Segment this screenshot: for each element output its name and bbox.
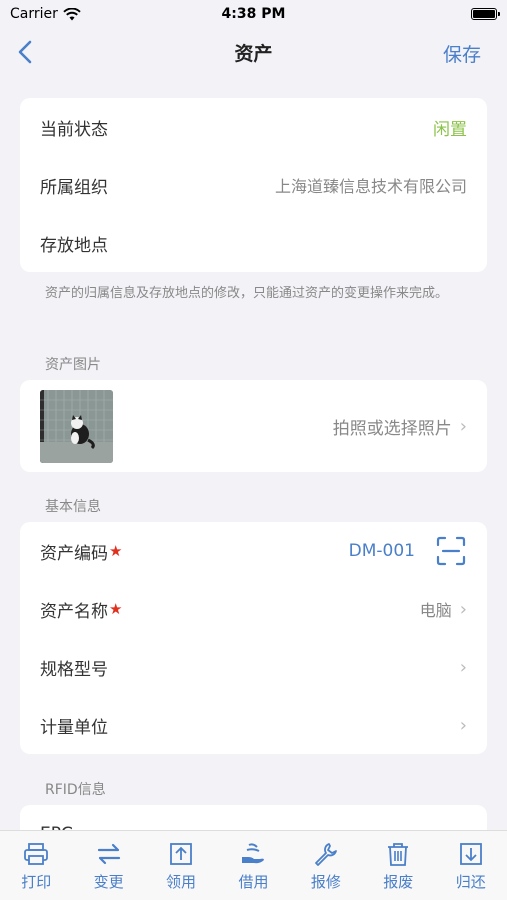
asset-name-value-group: 电脑 › [420,597,467,621]
asset-code-value[interactable]: DM-001 [349,541,415,561]
scrap-tab-label: 报废 [383,873,414,891]
basic-section-title: 基本信息 [45,499,101,515]
action-tab-bar: 打印 变更 领用 借用 报修 报废 归还 [0,830,507,900]
spec-model-row[interactable]: 规格型号 › [20,638,487,696]
repair-tab[interactable]: 报修 [296,841,356,892]
rfid-section-title: RFID信息 [45,782,106,798]
status-bar: Carrier 4:38 PM [0,0,507,28]
organization-value: 上海道臻信息技术有限公司 [274,177,467,196]
photo-action[interactable]: 拍照或选择照片 › [333,414,467,439]
change-tab[interactable]: 变更 [79,841,139,892]
asset-code-label: 资产编码 ★ [40,539,122,564]
photo-action-label: 拍照或选择照片 [332,418,452,439]
asset-name-row[interactable]: 资产名称 ★ 电脑 › [20,580,487,638]
asset-name-label-text: 资产名称 [40,601,108,622]
location-row: 存放地点 [20,214,487,272]
download-box-icon [459,843,482,865]
required-star-icon: ★ [109,542,123,560]
asset-name-value: 电脑 [419,601,452,620]
asset-code-row[interactable]: 资产编码 ★ DM-001 [20,522,487,580]
organization-row: 所属组织 上海道臻信息技术有限公司 [20,156,487,214]
status-row: 当前状态 闲置 [20,98,487,156]
print-tab[interactable]: 打印 [6,841,66,892]
photo-section-title: 资产图片 [45,357,101,373]
return-tab[interactable]: 归还 [441,841,501,892]
status-label: 当前状态 [40,119,108,140]
photo-card[interactable]: 拍照或选择照片 › [20,380,487,472]
wrench-icon [314,843,337,866]
unit-row[interactable]: 计量单位 › [20,696,487,754]
unit-value-group: › [452,715,467,736]
print-tab-label: 打印 [21,873,52,891]
location-label: 存放地点 [40,235,108,256]
ownership-card: 当前状态 闲置 所属组织 上海道臻信息技术有限公司 存放地点 [20,98,487,272]
printer-icon [24,843,49,865]
asset-code-label-text: 资产编码 [40,543,108,564]
asset-code-value-group: DM-001 [349,535,467,567]
receive-tab[interactable]: 领用 [151,841,211,892]
chevron-right-icon: › [459,714,467,736]
save-button[interactable]: 保存 [443,40,481,67]
page-title: 资产 [234,42,273,65]
carrier-group: Carrier [10,6,81,22]
borrow-tab[interactable]: 借用 [223,841,283,892]
battery-icon [471,8,500,20]
ownership-note: 资产的归属信息及存放地点的修改，只能通过资产的变更操作来完成。 [45,286,449,301]
asset-photo-thumbnail[interactable] [40,389,113,463]
cat-photo-image [40,389,113,463]
trash-icon [388,843,409,866]
chevron-right-icon: › [459,598,467,620]
carrier-label: Carrier [10,6,58,22]
scan-icon[interactable] [435,535,467,567]
organization-label: 所属组织 [40,177,108,198]
repair-tab-label: 报修 [310,873,341,891]
change-tab-label: 变更 [93,873,124,891]
chevron-right-icon: › [459,656,467,678]
basic-info-card: 资产编码 ★ DM-001 资产名称 ★ 电脑 › 规格型号 › 计量单位 › [20,522,487,754]
required-star-icon: ★ [109,600,123,618]
nav-bar: 资产 保存 [0,28,507,76]
receive-tab-label: 领用 [166,873,197,891]
upload-box-icon [170,843,192,865]
borrow-tab-label: 借用 [238,873,269,891]
asset-name-label: 资产名称 ★ [40,597,122,622]
scrap-tab[interactable]: 报废 [368,841,428,892]
wifi-icon [63,7,81,20]
status-value: 闲置 [433,119,467,140]
spec-model-label: 规格型号 [40,659,108,680]
photo-row[interactable]: 拍照或选择照片 › [20,380,487,472]
unit-label: 计量单位 [40,717,108,738]
return-tab-label: 归还 [455,873,486,891]
spec-model-value-group: › [452,657,467,678]
chevron-right-icon: › [459,415,467,437]
swap-icon [97,843,120,865]
hand-icon [242,843,265,864]
back-chevron-icon[interactable] [14,38,38,66]
